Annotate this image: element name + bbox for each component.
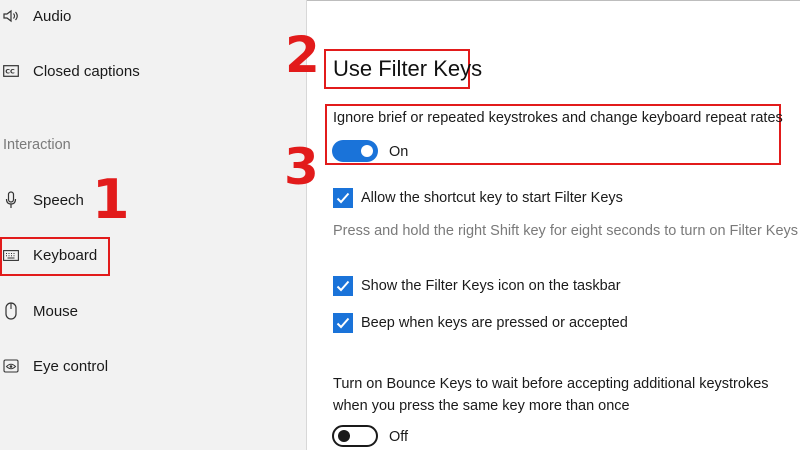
sidebar-item-speech[interactable]: Speech — [0, 185, 84, 215]
bounce-keys-line-1: Turn on Bounce Keys to wait before accep… — [333, 376, 769, 392]
sidebar-item-label: Speech — [33, 191, 84, 209]
filter-keys-description: Ignore brief or repeated keystrokes and … — [333, 110, 783, 126]
toggle-knob — [338, 430, 350, 442]
sidebar-item-eye-control[interactable]: Eye control — [0, 351, 108, 381]
annotation-number-3: 3 — [284, 138, 319, 196]
shortcut-hint-text: Press and hold the right Shift key for e… — [333, 223, 799, 239]
sidebar-item-label: Closed captions — [33, 62, 140, 80]
bounce-keys-toggle-state: Off — [389, 429, 409, 445]
checkmark-icon — [336, 280, 350, 292]
bounce-keys-line-2: when you press the same key more than on… — [333, 398, 630, 414]
closed-captions-icon: CC — [3, 63, 19, 79]
microphone-icon — [3, 191, 19, 208]
checkbox-label: Allow the shortcut key to start Filter K… — [361, 190, 623, 206]
eye-icon — [3, 358, 19, 374]
sidebar-item-mouse[interactable]: Mouse — [0, 296, 78, 326]
shortcut-key-checkbox[interactable] — [333, 188, 353, 208]
beep-checkbox[interactable] — [333, 313, 353, 333]
annotation-number-1: 1 — [92, 168, 130, 231]
annotation-box-keyboard — [0, 237, 110, 276]
beep-checkbox-row[interactable]: Beep when keys are pressed or accepted — [333, 312, 628, 334]
checkmark-icon — [336, 317, 350, 329]
sidebar-item-label: Mouse — [33, 302, 79, 320]
bounce-keys-toggle[interactable] — [332, 425, 378, 447]
taskbar-icon-checkbox-row[interactable]: Show the Filter Keys icon on the taskbar — [333, 275, 621, 297]
top-divider — [307, 0, 800, 1]
sidebar-item-label: Audio — [33, 7, 72, 25]
checkmark-icon — [336, 192, 350, 204]
audio-icon — [3, 8, 19, 24]
filter-keys-toggle[interactable] — [332, 140, 378, 162]
checkbox-label: Show the Filter Keys icon on the taskbar — [361, 278, 621, 294]
section-heading-interaction: Interaction — [3, 137, 71, 153]
toggle-knob — [361, 145, 373, 157]
filter-keys-toggle-state: On — [389, 144, 409, 160]
sidebar: Audio CC Closed captions Interaction Spe… — [0, 0, 307, 450]
checkbox-label: Beep when keys are pressed or accepted — [361, 315, 628, 331]
shortcut-key-checkbox-row[interactable]: Allow the shortcut key to start Filter K… — [333, 187, 623, 209]
sidebar-item-audio[interactable]: Audio — [0, 1, 71, 31]
annotation-number-2: 2 — [285, 26, 320, 84]
svg-text:CC: CC — [5, 68, 15, 76]
mouse-icon — [3, 302, 19, 320]
sidebar-item-label: Eye control — [33, 357, 109, 375]
sidebar-item-closed-captions[interactable]: CC Closed captions — [0, 56, 140, 86]
bounce-keys-description: Turn on Bounce Keys to wait before accep… — [333, 373, 769, 417]
page-title: Use Filter Keys — [333, 56, 483, 81]
taskbar-icon-checkbox[interactable] — [333, 276, 353, 296]
